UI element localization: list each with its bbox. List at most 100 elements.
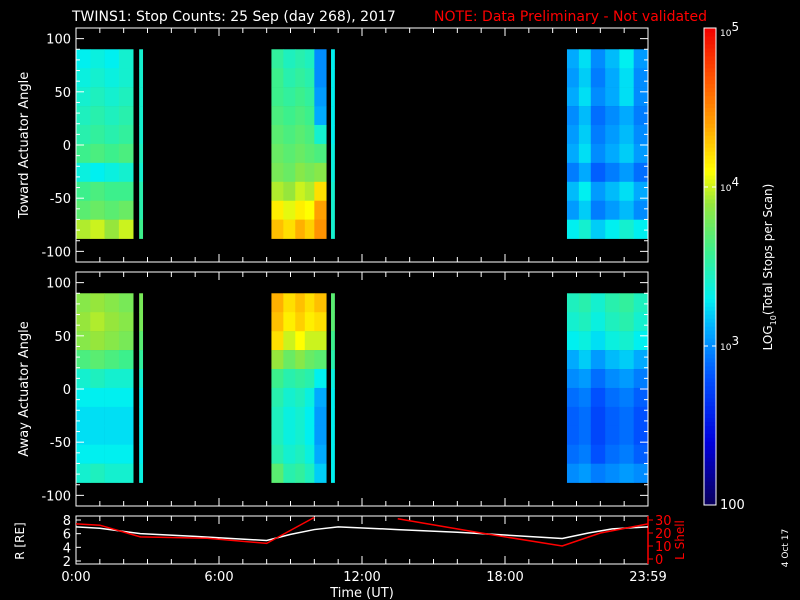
colorbar-swatch: [704, 318, 716, 323]
heatmap-cell: [295, 331, 306, 351]
colorbar-swatch: [704, 397, 716, 403]
heatmap-cell: [578, 125, 592, 145]
heatmap-cell: [304, 369, 315, 389]
x-tick-label: 18:00: [486, 570, 523, 585]
colorbar-swatch: [704, 135, 716, 140]
colorbar-swatch: [704, 294, 716, 299]
colorbar-swatch: [704, 131, 716, 136]
colorbar-swatch: [704, 238, 716, 244]
heatmap-cell: [76, 463, 91, 483]
heatmap-cell: [118, 463, 134, 483]
heatmap-cell: [314, 293, 327, 313]
heatmap-cell: [104, 463, 120, 483]
colorbar-swatch: [704, 461, 716, 466]
heatmap-cell: [566, 87, 580, 107]
heatmap-cell: [271, 312, 284, 332]
heatmap-cell: [578, 162, 592, 183]
x-tick-label: 0:00: [61, 570, 90, 585]
heatmap-cell: [619, 181, 634, 202]
heatmap-cell: [283, 444, 296, 464]
colorbar-swatch: [704, 338, 716, 343]
heatmap-cell: [590, 444, 606, 464]
heatmap-cell: [331, 181, 335, 202]
colorbar-tick-base: 100: [720, 498, 745, 513]
heatmap-cell: [118, 162, 134, 183]
heatmap-cell: [314, 406, 327, 427]
heatmap-cell: [283, 387, 296, 408]
heatmap-cell: [90, 181, 105, 202]
heatmap-cell: [578, 106, 592, 126]
colorbar-tick-label: 100: [720, 498, 745, 513]
heatmap-cell: [314, 444, 327, 464]
heatmap-cell: [566, 406, 580, 427]
heatmap-cell: [590, 463, 606, 483]
heatmap-cell: [295, 68, 306, 88]
colorbar-swatch: [704, 91, 716, 97]
heatmap-cell: [139, 312, 144, 332]
heatmap-cell: [619, 331, 634, 351]
heatmap-cell: [76, 387, 91, 408]
away-ylabel: Away Actuator Angle: [17, 321, 32, 456]
heatmap-cell: [566, 125, 580, 145]
heatmap-cell: [271, 68, 284, 88]
colorbar-swatch: [704, 477, 716, 482]
heatmap-cell: [304, 312, 315, 332]
heatmap-cell: [633, 331, 649, 351]
heatmap-cell: [283, 125, 296, 145]
heatmap-cell: [118, 444, 134, 464]
heatmap-cell: [590, 312, 606, 332]
colorbar-swatch: [704, 421, 716, 426]
y-tick-label: 0: [63, 139, 71, 154]
heatmap-cell: [633, 143, 649, 164]
heatmap-cell: [90, 68, 105, 88]
colorbar-swatch: [704, 497, 716, 502]
heatmap-cell: [90, 406, 105, 427]
colorbar-swatch: [704, 373, 716, 379]
heatmap-cell: [633, 406, 649, 427]
heatmap-cell: [104, 444, 120, 464]
colorbar-tick-exp: 3: [731, 334, 739, 348]
heatmap-cell: [118, 219, 134, 239]
heatmap-cell: [590, 125, 606, 145]
colorbar-swatch: [704, 47, 716, 53]
heatmap-cell: [271, 200, 284, 220]
colorbar-swatch: [704, 31, 716, 37]
heatmap-cell: [139, 143, 144, 164]
heatmap-cell: [331, 331, 335, 351]
colorbar-swatch: [704, 155, 716, 160]
heatmap-cell: [271, 49, 284, 69]
heatmap-cell: [619, 219, 634, 239]
x-tick-label: 12:00: [343, 570, 380, 585]
heatmap-cell: [104, 350, 120, 370]
heatmap-cell: [295, 49, 306, 69]
colorbar-swatch: [704, 405, 716, 411]
colorbar-swatch: [704, 87, 716, 93]
heatmap-cell: [139, 181, 144, 202]
heatmap-cell: [633, 49, 649, 69]
heatmap-cell: [633, 387, 649, 408]
heatmap-cell: [304, 49, 315, 69]
heatmap-cell: [578, 463, 592, 483]
heatmap-cell: [633, 200, 649, 220]
heatmap-cell: [90, 219, 105, 239]
heatmap-cell: [605, 406, 620, 427]
heatmap-cell: [104, 143, 120, 164]
colorbar-swatch: [704, 258, 716, 264]
colorbar-swatch: [704, 250, 716, 256]
heatmap-cell: [619, 444, 634, 464]
heatmap-cell: [331, 369, 335, 389]
heatmap-cell: [590, 331, 606, 351]
heatmap-cell: [566, 200, 580, 220]
colorbar-swatch: [704, 111, 716, 116]
colorbar-swatch: [704, 381, 716, 387]
heatmap-cell: [271, 219, 284, 239]
colorbar-swatch: [704, 226, 716, 232]
y-tick-label: -100: [41, 489, 71, 504]
heatmap-cell: [104, 312, 120, 332]
heatmap-cell: [605, 68, 620, 88]
heatmap-cell: [590, 293, 606, 313]
colorbar-swatch: [704, 425, 716, 430]
heatmap-cell: [304, 162, 315, 183]
heatmap-cell: [605, 219, 620, 239]
heatmap-cell: [590, 387, 606, 408]
